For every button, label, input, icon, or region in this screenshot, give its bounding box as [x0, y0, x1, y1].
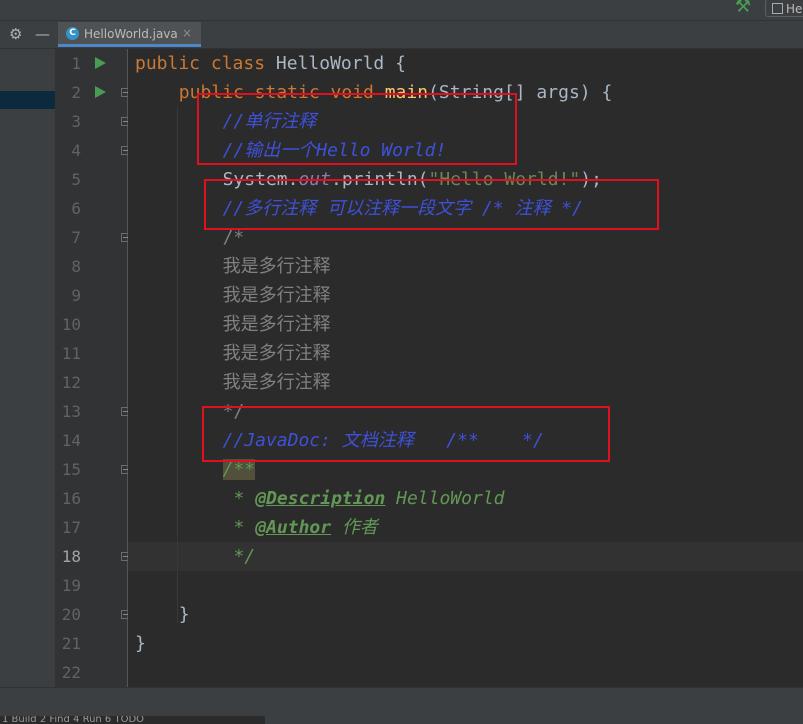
code-line[interactable]: */: [234, 542, 256, 571]
line-number[interactable]: 12: [55, 368, 81, 397]
editor-tab-bar: ⚙ — C HelloWorld.java ×: [0, 21, 803, 49]
line-number[interactable]: 8: [55, 252, 81, 281]
code-token: public: [135, 53, 211, 74]
line-number[interactable]: 21: [55, 629, 81, 658]
code-token: 我是多行注释: [222, 372, 331, 393]
code-token: HelloWorld: [385, 488, 505, 509]
project-tree-selected-item[interactable]: [0, 91, 55, 109]
status-bar: 1 Build 2 Find 4 Run 6 TODO: [0, 687, 803, 724]
code-line[interactable]: 我是多行注释: [223, 368, 331, 397]
code-token: @Description: [255, 488, 386, 509]
code-token: class: [210, 53, 276, 74]
run-gutter-icon[interactable]: [95, 86, 106, 98]
code-line[interactable]: * @Description HelloWorld: [234, 484, 505, 513]
code-line[interactable]: }: [135, 629, 146, 658]
tab-helloworld-java[interactable]: C HelloWorld.java ×: [58, 22, 201, 47]
line-number[interactable]: 9: [55, 281, 81, 310]
line-number[interactable]: 22: [55, 658, 81, 687]
code-token: }: [135, 633, 146, 654]
java-class-file-icon: C: [66, 27, 79, 40]
annotation-box-javadoc-comment: [202, 406, 610, 462]
line-number[interactable]: 16: [55, 484, 81, 513]
code-line[interactable]: 我是多行注释: [223, 281, 331, 310]
tab-close-icon[interactable]: ×: [182, 26, 192, 40]
code-line[interactable]: public class HelloWorld {: [135, 49, 406, 78]
code-line[interactable]: 我是多行注释: [223, 252, 331, 281]
code-line[interactable]: }: [179, 600, 190, 629]
code-token: 我是多行注释: [222, 256, 331, 277]
title-bar: ⚒ He: [0, 0, 803, 21]
line-number[interactable]: 18: [55, 542, 81, 571]
line-number[interactable]: 17: [55, 513, 81, 542]
editor-gutter[interactable]: 1 2 3 4 5 6 7 8 9 10 11 12 13 14 15 16 17 18 19 20 21 22: [55, 49, 130, 687]
code-token: 我是多行注释: [222, 343, 331, 364]
tab-label: HelloWorld.java: [84, 27, 178, 41]
code-token: *: [233, 517, 256, 538]
code-token: 作者: [331, 517, 378, 538]
line-number[interactable]: 15: [55, 455, 81, 484]
project-tool-panel[interactable]: [0, 49, 55, 687]
annotation-box-single-line-comments: [197, 93, 517, 165]
run-gutter-icon[interactable]: [95, 57, 106, 69]
line-number[interactable]: 4: [55, 136, 81, 165]
line-number[interactable]: 20: [55, 600, 81, 629]
line-number[interactable]: 10: [55, 310, 81, 339]
code-token: /**: [222, 459, 256, 480]
code-token: HelloWorld {: [275, 53, 406, 74]
line-number[interactable]: 19: [55, 571, 81, 600]
line-number[interactable]: 2: [55, 78, 81, 107]
code-line[interactable]: 我是多行注释: [223, 339, 331, 368]
indent-guide: [177, 107, 178, 623]
run-config-icon: [772, 3, 783, 14]
settings-gear-icon[interactable]: ⚙: [9, 25, 22, 43]
annotation-box-multi-line-comment: [204, 179, 659, 230]
line-number[interactable]: 6: [55, 194, 81, 223]
build-hammer-icon[interactable]: ⚒: [735, 0, 751, 17]
code-token: */: [233, 546, 256, 567]
run-configuration-selector[interactable]: He: [765, 0, 803, 17]
code-token: 我是多行注释: [222, 285, 331, 306]
code-token: /*: [222, 227, 245, 248]
line-number[interactable]: 14: [55, 426, 81, 455]
current-line-highlight: [128, 542, 803, 571]
line-number[interactable]: 3: [55, 107, 81, 136]
line-number[interactable]: 5: [55, 165, 81, 194]
line-number[interactable]: 13: [55, 397, 81, 426]
code-token: }: [178, 604, 190, 625]
code-line[interactable]: 我是多行注释: [223, 310, 331, 339]
hide-panel-icon[interactable]: —: [35, 25, 50, 43]
run-configuration-label: He: [786, 2, 803, 16]
code-token: @Author: [255, 517, 332, 538]
code-token: 我是多行注释: [222, 314, 331, 335]
line-number[interactable]: 11: [55, 339, 81, 368]
code-token: *: [233, 488, 256, 509]
code-line[interactable]: * @Author 作者: [234, 513, 378, 542]
line-number[interactable]: 7: [55, 223, 81, 252]
line-number[interactable]: 1: [55, 49, 81, 78]
